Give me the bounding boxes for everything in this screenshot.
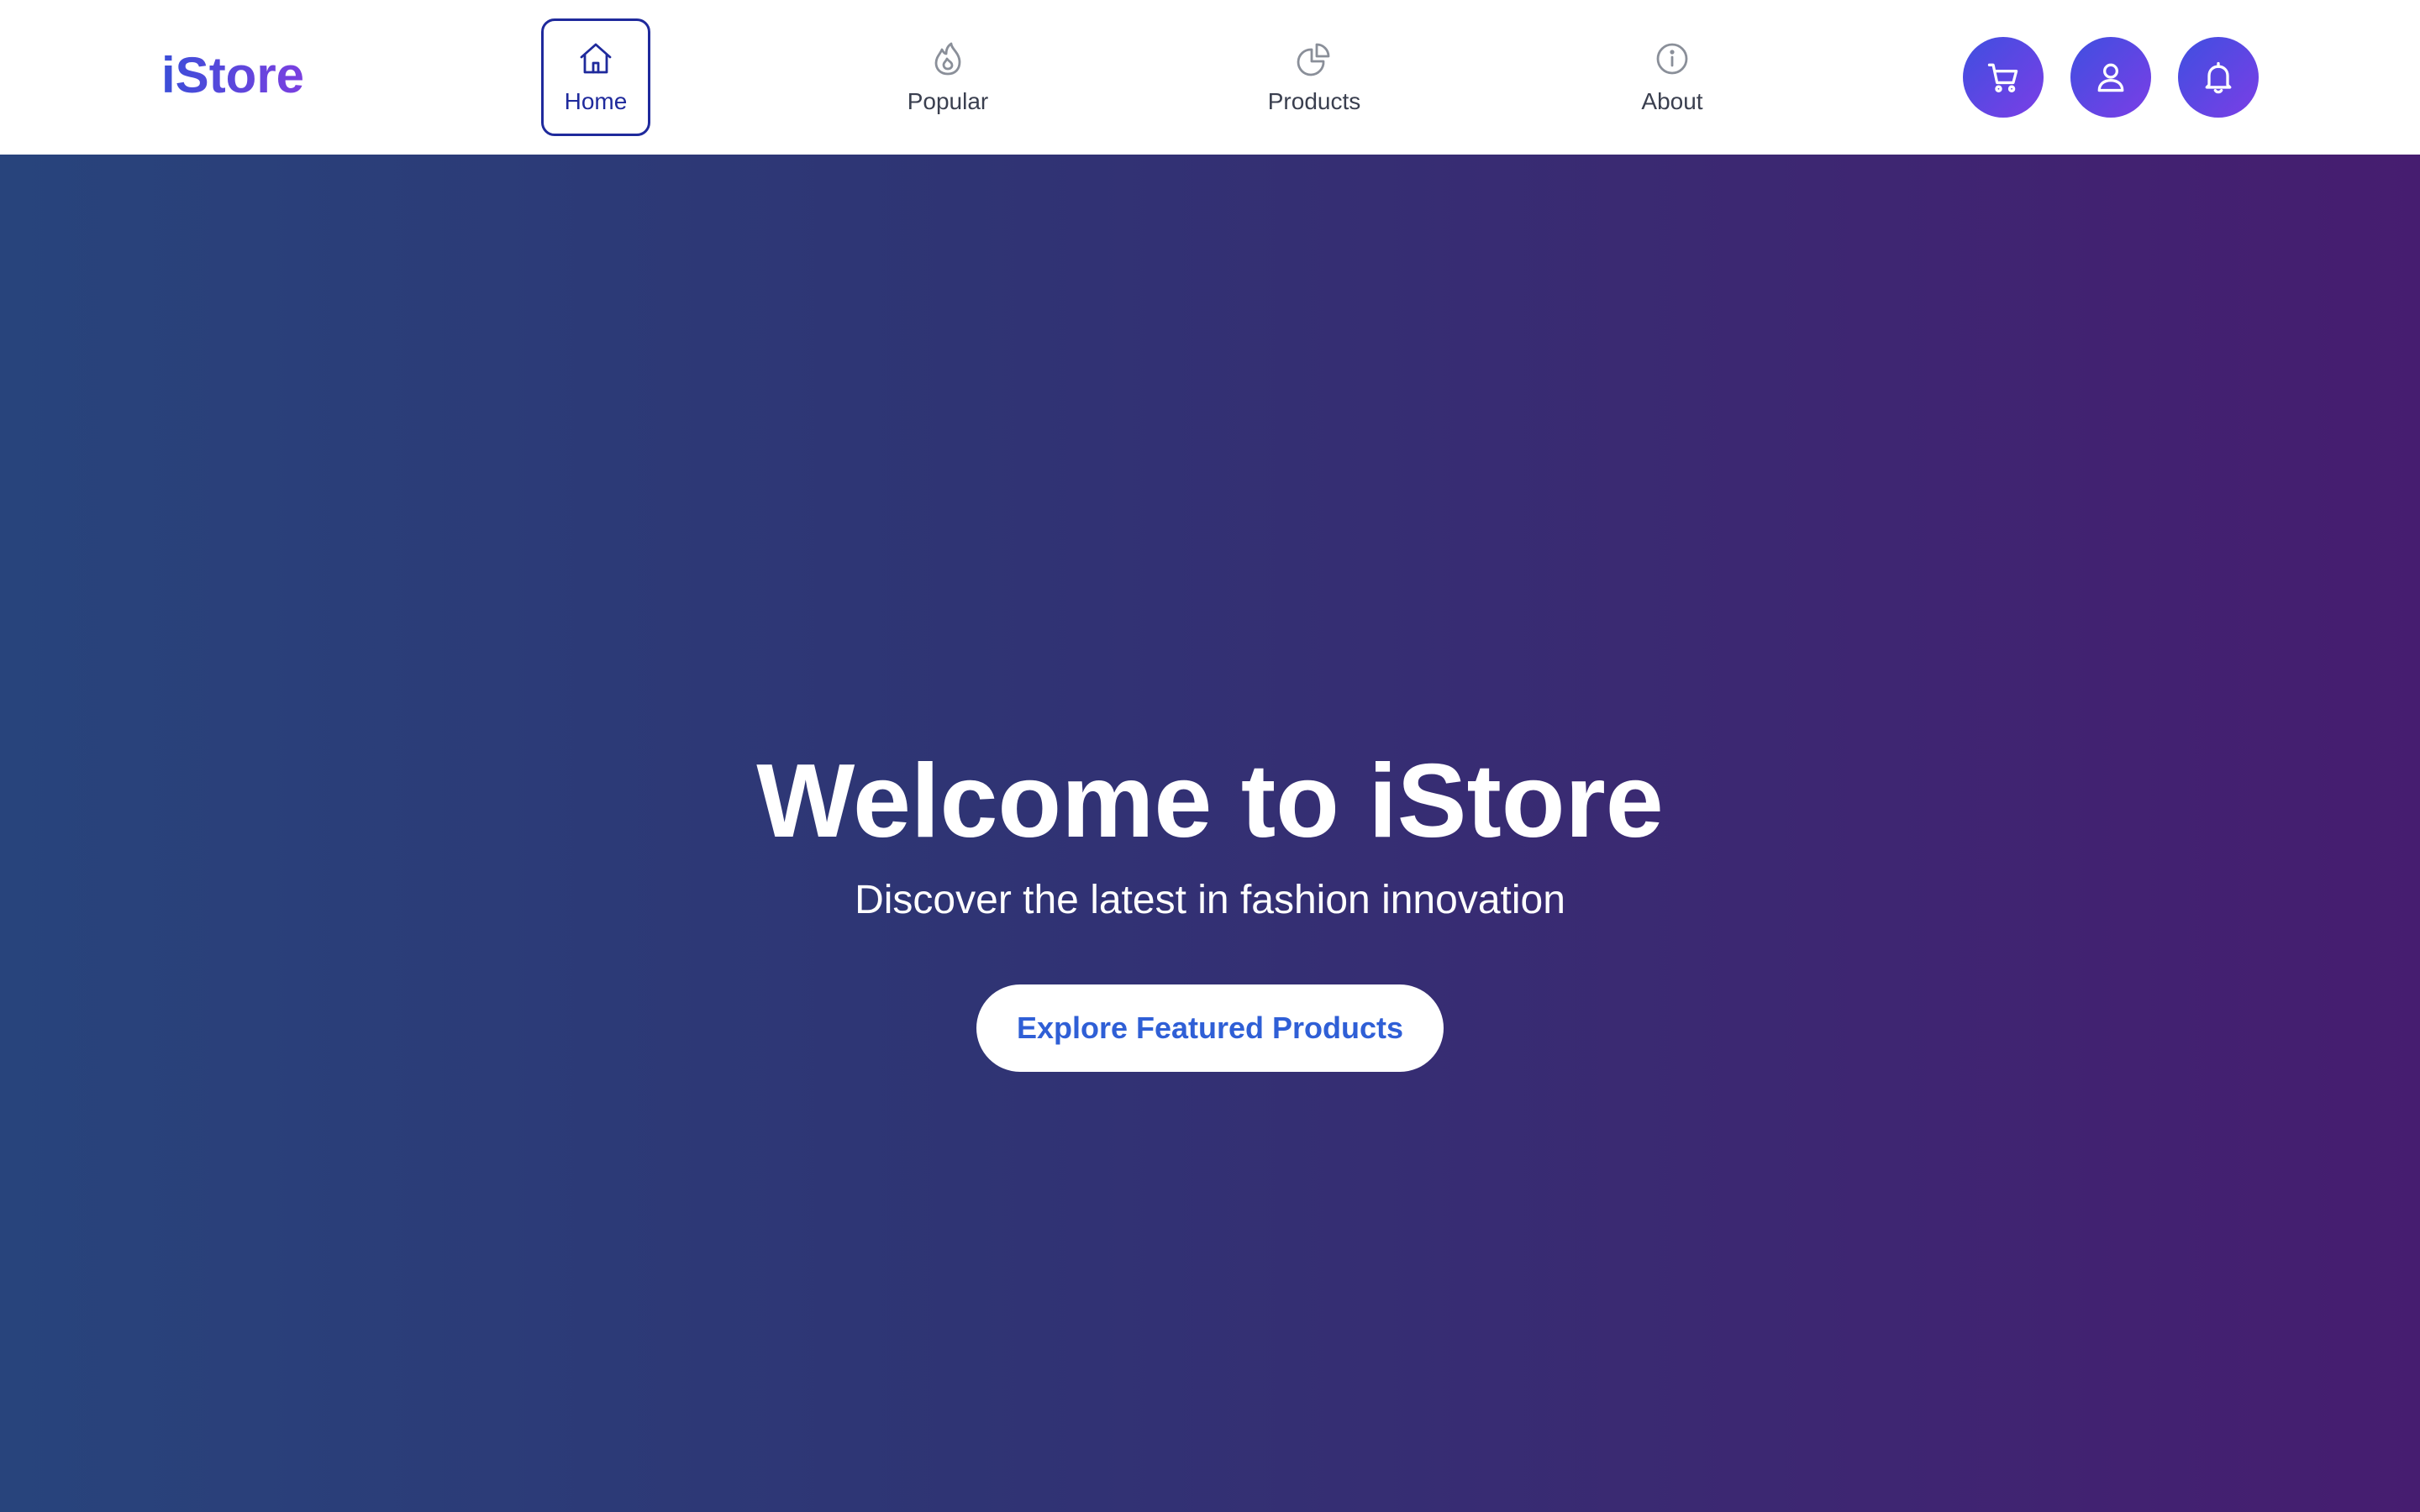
bell-icon bbox=[2200, 59, 2237, 96]
profile-button[interactable] bbox=[2070, 37, 2151, 118]
notifications-button[interactable] bbox=[2178, 37, 2259, 118]
nav-label-home: Home bbox=[564, 88, 628, 114]
pie-chart-icon bbox=[1294, 39, 1334, 79]
explore-featured-products-button[interactable]: Explore Featured Products bbox=[976, 984, 1444, 1072]
nav-item-about[interactable]: About bbox=[1625, 18, 1719, 136]
nav-label-popular: Popular bbox=[907, 88, 989, 114]
user-icon bbox=[2092, 59, 2129, 96]
nav-item-home[interactable]: Home bbox=[541, 18, 650, 136]
brand-logo[interactable]: iStore bbox=[161, 44, 304, 108]
nav-item-products[interactable]: Products bbox=[1255, 18, 1373, 136]
top-navbar: iStore Home Popular Products About bbox=[0, 0, 2420, 155]
cart-icon bbox=[1985, 59, 2022, 96]
cart-button[interactable] bbox=[1963, 37, 2044, 118]
nav-item-popular[interactable]: Popular bbox=[894, 18, 1002, 136]
hero-section: Welcome to iStore Discover the latest in… bbox=[0, 155, 2420, 1512]
nav-label-about: About bbox=[1641, 88, 1703, 114]
nav-label-products: Products bbox=[1267, 88, 1361, 114]
hero-subtitle: Discover the latest in fashion innovatio… bbox=[855, 878, 1565, 922]
home-icon bbox=[576, 39, 616, 79]
info-icon bbox=[1652, 39, 1692, 79]
fire-icon bbox=[928, 39, 968, 79]
hero-title: Welcome to iStore bbox=[756, 743, 1664, 859]
